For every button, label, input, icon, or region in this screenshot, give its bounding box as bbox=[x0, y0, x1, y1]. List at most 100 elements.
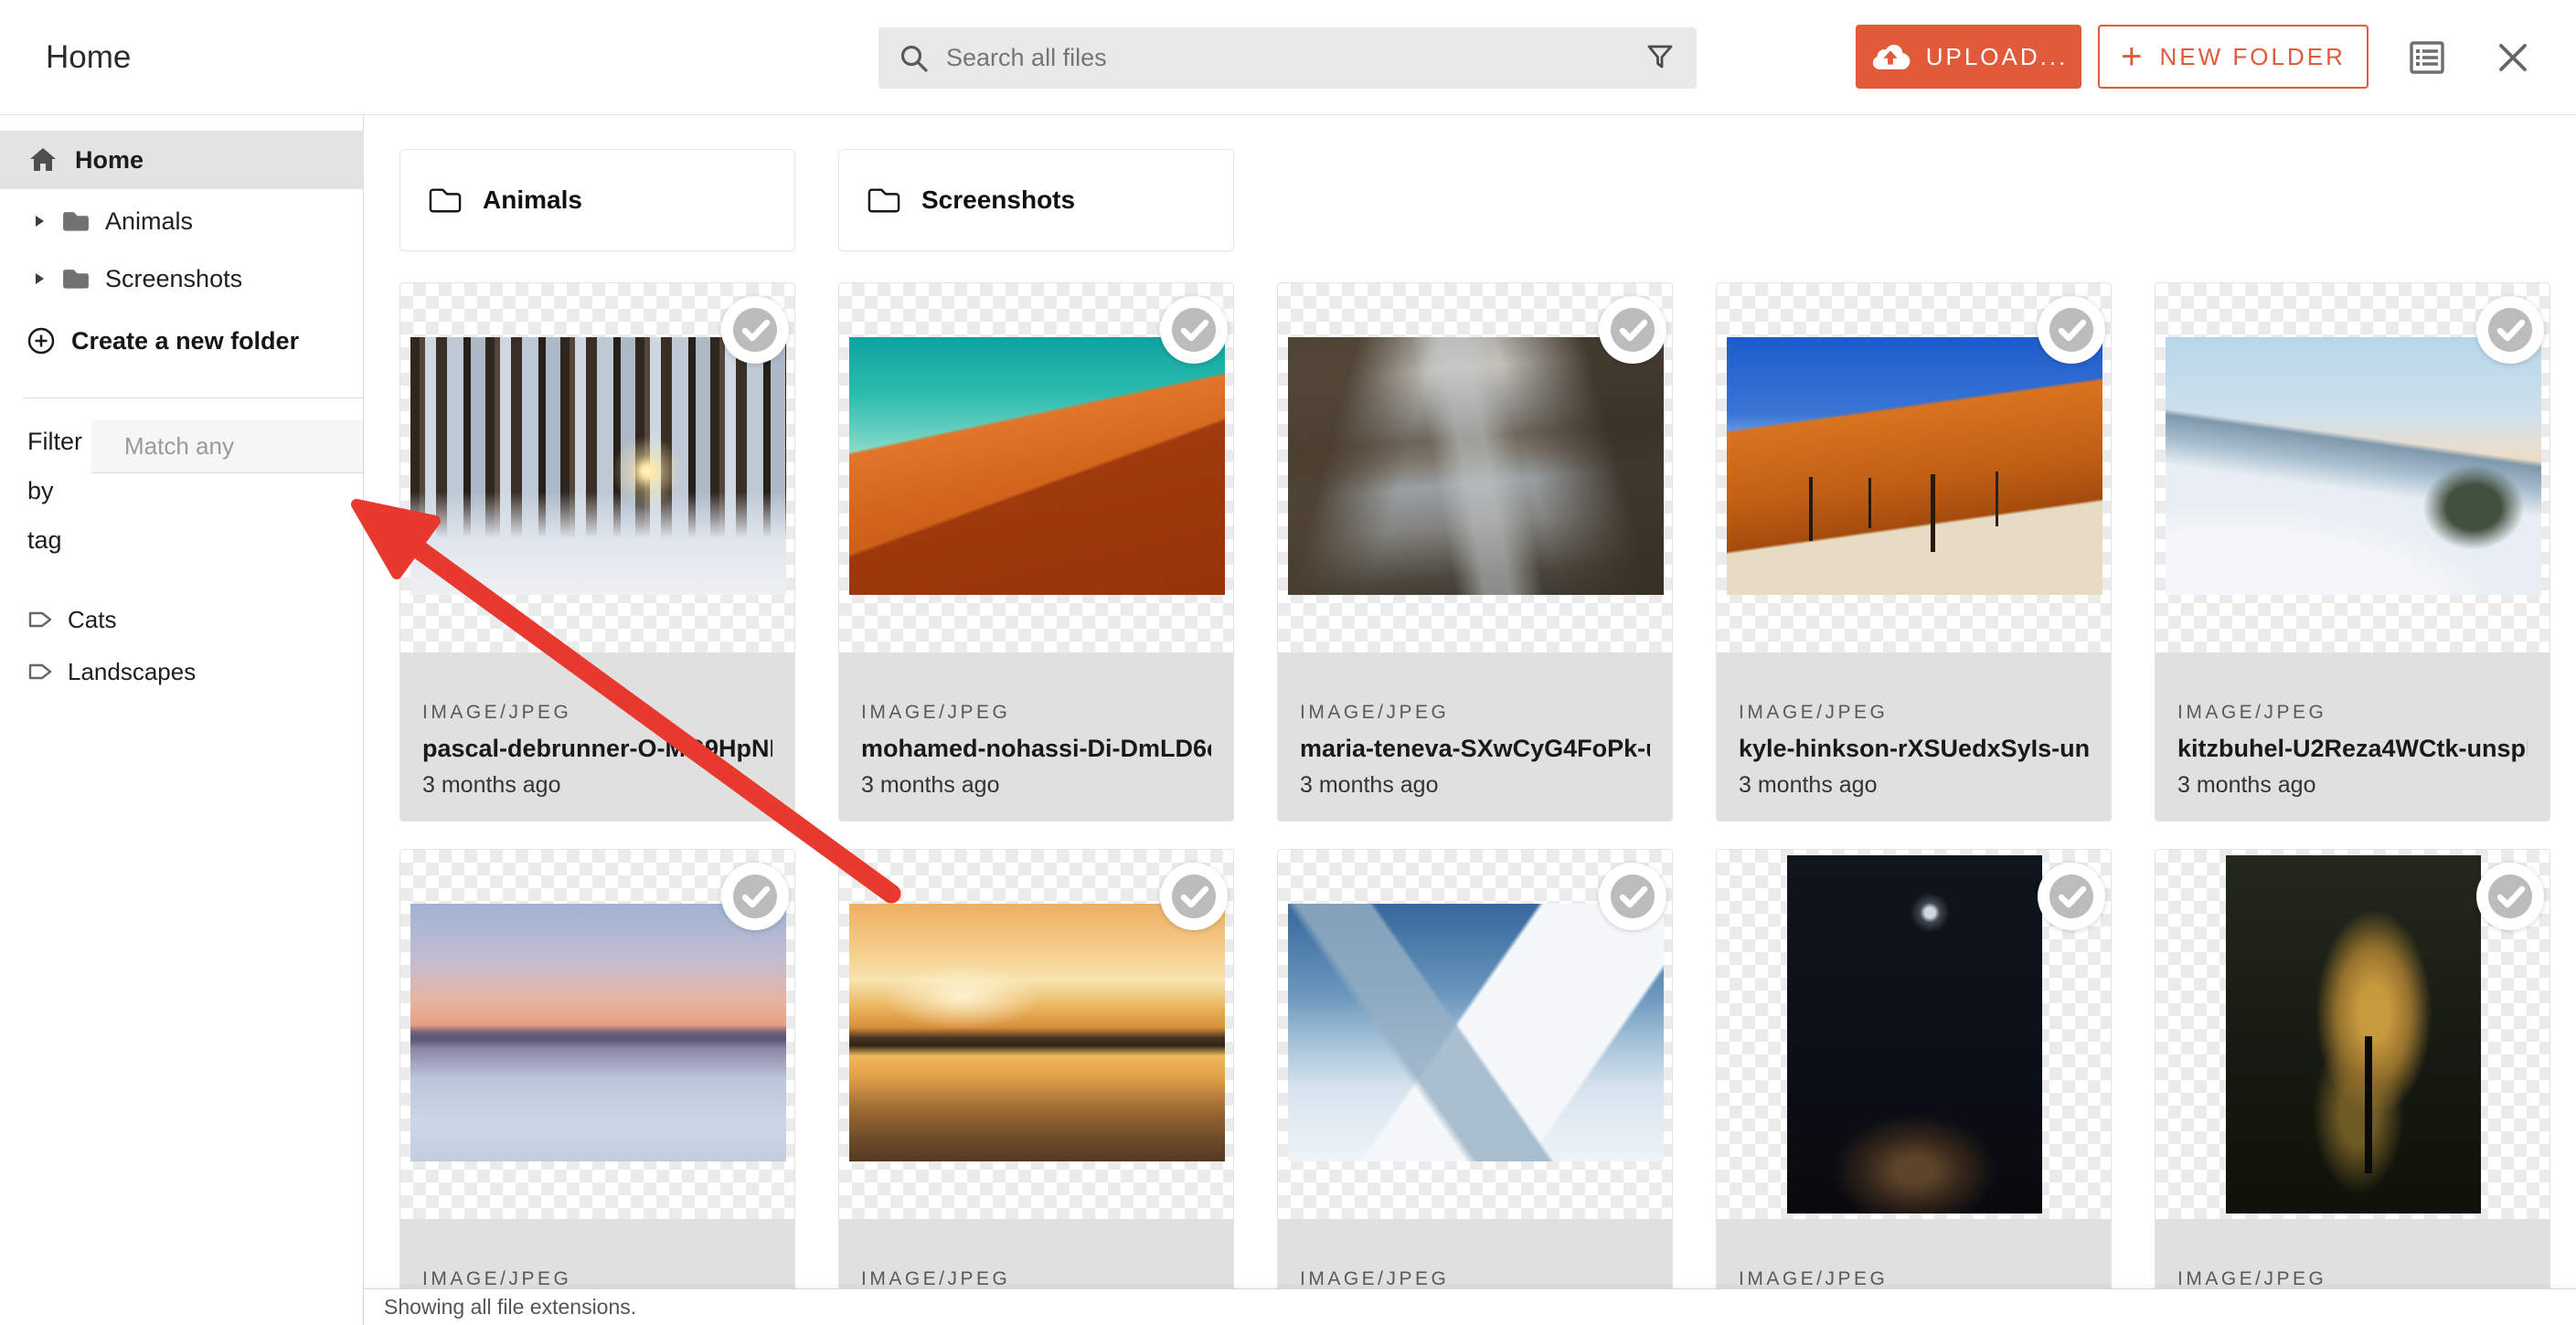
page-title: Home bbox=[46, 0, 131, 115]
checkmark-icon bbox=[2038, 863, 2105, 930]
tag-label: Landscapes bbox=[68, 658, 196, 686]
thumbnail-transparency-area bbox=[1278, 850, 1672, 1219]
folder-card-name: Animals bbox=[483, 186, 582, 215]
checkmark-icon bbox=[2476, 296, 2544, 364]
file-type: IMAGE/JPEG bbox=[422, 702, 772, 724]
tag-item-landscapes[interactable]: Landscapes bbox=[27, 646, 196, 697]
folder-icon bbox=[59, 207, 92, 235]
sidebar-item-animals[interactable]: Animals bbox=[0, 196, 364, 247]
search-placeholder: Search all files bbox=[946, 44, 1107, 72]
plus-icon: + bbox=[2121, 38, 2145, 75]
media-library-window: Home Search all files UPLOAD... + NEW FO… bbox=[0, 0, 2576, 1325]
thumbnail-transparency-area bbox=[839, 283, 1233, 652]
folder-outline-icon bbox=[426, 185, 464, 216]
create-folder-label: Create a new folder bbox=[71, 327, 299, 355]
thumbnail-transparency-area bbox=[1717, 283, 2111, 652]
list-view-icon[interactable] bbox=[2410, 41, 2444, 74]
checkmark-icon bbox=[721, 296, 789, 364]
select-checkmark-badge[interactable] bbox=[2038, 863, 2105, 930]
select-checkmark-badge[interactable] bbox=[1160, 296, 1228, 364]
thumbnail-transparency-area bbox=[2156, 283, 2549, 652]
checkmark-icon bbox=[1160, 296, 1228, 364]
checkmark-icon bbox=[1599, 863, 1666, 930]
file-type: IMAGE/JPEG bbox=[1300, 1268, 1650, 1290]
select-checkmark-badge[interactable] bbox=[2476, 863, 2544, 930]
file-card[interactable]: IMAGE/JPEG maria-teneva-SXwCyG4FoPk-uns.… bbox=[1277, 282, 1673, 822]
select-checkmark-badge[interactable] bbox=[2038, 296, 2105, 364]
file-card[interactable]: IMAGE/JPEG kyle-hinkson-rXSUedxSyIs-unsp… bbox=[1716, 282, 2112, 822]
kebab-menu-icon[interactable] bbox=[763, 183, 782, 219]
home-icon bbox=[27, 145, 59, 175]
tag-match-select[interactable]: Match any bbox=[91, 420, 363, 473]
top-bar: Home Search all files UPLOAD... + NEW FO… bbox=[0, 0, 2576, 115]
file-name: mohamed-nohassi-Di-DmLD6cW8... bbox=[861, 735, 1211, 763]
select-checkmark-badge[interactable] bbox=[1599, 863, 1666, 930]
file-card[interactable]: IMAGE/JPEG kitzbuhel-U2Reza4WCtk-unsplas… bbox=[2155, 282, 2550, 822]
select-checkmark-badge[interactable] bbox=[721, 863, 789, 930]
file-card[interactable]: IMAGE/JPEG bbox=[1716, 849, 2112, 1325]
close-icon[interactable] bbox=[2497, 42, 2528, 73]
file-card[interactable]: IMAGE/JPEG bbox=[399, 849, 795, 1325]
sidebar-item-screenshots[interactable]: Screenshots bbox=[0, 253, 364, 304]
file-card[interactable]: IMAGE/JPEG bbox=[2155, 849, 2550, 1325]
upload-label: UPLOAD... bbox=[1926, 43, 2069, 71]
file-card[interactable]: IMAGE/JPEG mohamed-nohassi-Di-DmLD6cW8..… bbox=[838, 282, 1234, 822]
thumbnail-transparency-area bbox=[400, 283, 794, 652]
thumbnail-alpine-panorama bbox=[2166, 337, 2541, 595]
thumbnail-dusk-mountains bbox=[410, 904, 786, 1161]
tag-item-cats[interactable]: Cats bbox=[27, 594, 116, 645]
folder-card-animals[interactable]: Animals bbox=[399, 149, 795, 251]
sidebar-item-home[interactable]: Home bbox=[0, 131, 364, 189]
thumbnail-golden-tree bbox=[2226, 855, 2481, 1214]
plus-circle-icon bbox=[26, 325, 57, 356]
new-folder-button[interactable]: + NEW FOLDER bbox=[2098, 25, 2368, 89]
file-type: IMAGE/JPEG bbox=[2177, 702, 2528, 724]
file-time: 3 months ago bbox=[1739, 772, 2089, 799]
create-folder-button[interactable]: Create a new folder bbox=[0, 315, 364, 366]
status-bar: Showing all file extensions. bbox=[364, 1288, 2576, 1325]
select-checkmark-badge[interactable] bbox=[2476, 296, 2544, 364]
kebab-menu-icon[interactable] bbox=[1202, 183, 1220, 219]
file-meta: IMAGE/JPEG pascal-debrunner-O-MG9HpNKgI.… bbox=[400, 652, 794, 821]
file-meta: IMAGE/JPEG kyle-hinkson-rXSUedxSyIs-unsp… bbox=[1717, 652, 2111, 821]
filter-funnel-icon[interactable] bbox=[1645, 43, 1675, 72]
thumbnail-snowy-forest bbox=[410, 337, 786, 595]
checkmark-icon bbox=[1599, 296, 1666, 364]
folder-icon bbox=[59, 265, 92, 292]
tag-icon bbox=[27, 606, 55, 633]
tag-icon bbox=[27, 658, 55, 685]
select-checkmark-badge[interactable] bbox=[1599, 296, 1666, 364]
file-type: IMAGE/JPEG bbox=[861, 1268, 1211, 1290]
file-card[interactable]: IMAGE/JPEG pascal-debrunner-O-MG9HpNKgI.… bbox=[399, 282, 795, 822]
upload-button[interactable]: UPLOAD... bbox=[1856, 25, 2081, 89]
thumbnail-transparency-area bbox=[2156, 850, 2549, 1219]
content-area: Animals Screenshots bbox=[364, 115, 2576, 1325]
caret-right-icon[interactable] bbox=[35, 215, 45, 228]
sidebar-folder-label: Screenshots bbox=[105, 265, 242, 293]
folder-card-name: Screenshots bbox=[921, 186, 1075, 215]
sidebar-folder-label: Animals bbox=[105, 207, 193, 236]
status-text: Showing all file extensions. bbox=[384, 1295, 636, 1320]
checkmark-icon bbox=[2038, 296, 2105, 364]
caret-right-icon[interactable] bbox=[35, 272, 45, 285]
file-type: IMAGE/JPEG bbox=[2177, 1268, 2528, 1290]
folder-card-screenshots[interactable]: Screenshots bbox=[838, 149, 1234, 251]
file-type: IMAGE/JPEG bbox=[1300, 702, 1650, 724]
file-card[interactable]: IMAGE/JPEG bbox=[1277, 849, 1673, 1325]
file-meta: IMAGE/JPEG mohamed-nohassi-Di-DmLD6cW8..… bbox=[839, 652, 1233, 821]
thumbnail-transparency-area bbox=[1278, 283, 1672, 652]
file-meta: IMAGE/JPEG maria-teneva-SXwCyG4FoPk-uns.… bbox=[1278, 652, 1672, 821]
sidebar-home-label: Home bbox=[75, 146, 144, 175]
thumbnail-misty-fjord bbox=[1288, 337, 1664, 595]
file-time: 3 months ago bbox=[1300, 772, 1650, 799]
thumbnail-orange-dunes bbox=[849, 337, 1225, 595]
file-type: IMAGE/JPEG bbox=[422, 1268, 772, 1290]
search-input[interactable]: Search all files bbox=[878, 27, 1697, 89]
file-name: pascal-debrunner-O-MG9HpNKgI... bbox=[422, 735, 772, 763]
select-checkmark-badge[interactable] bbox=[1160, 863, 1228, 930]
select-checkmark-badge[interactable] bbox=[721, 296, 789, 364]
file-name: kyle-hinkson-rXSUedxSyIs-unspl... bbox=[1739, 735, 2089, 763]
filter-by-tag-label: Filter by tag bbox=[27, 417, 93, 565]
file-card[interactable]: IMAGE/JPEG bbox=[838, 849, 1234, 1325]
thumbnail-snowy-peak bbox=[1288, 904, 1664, 1161]
